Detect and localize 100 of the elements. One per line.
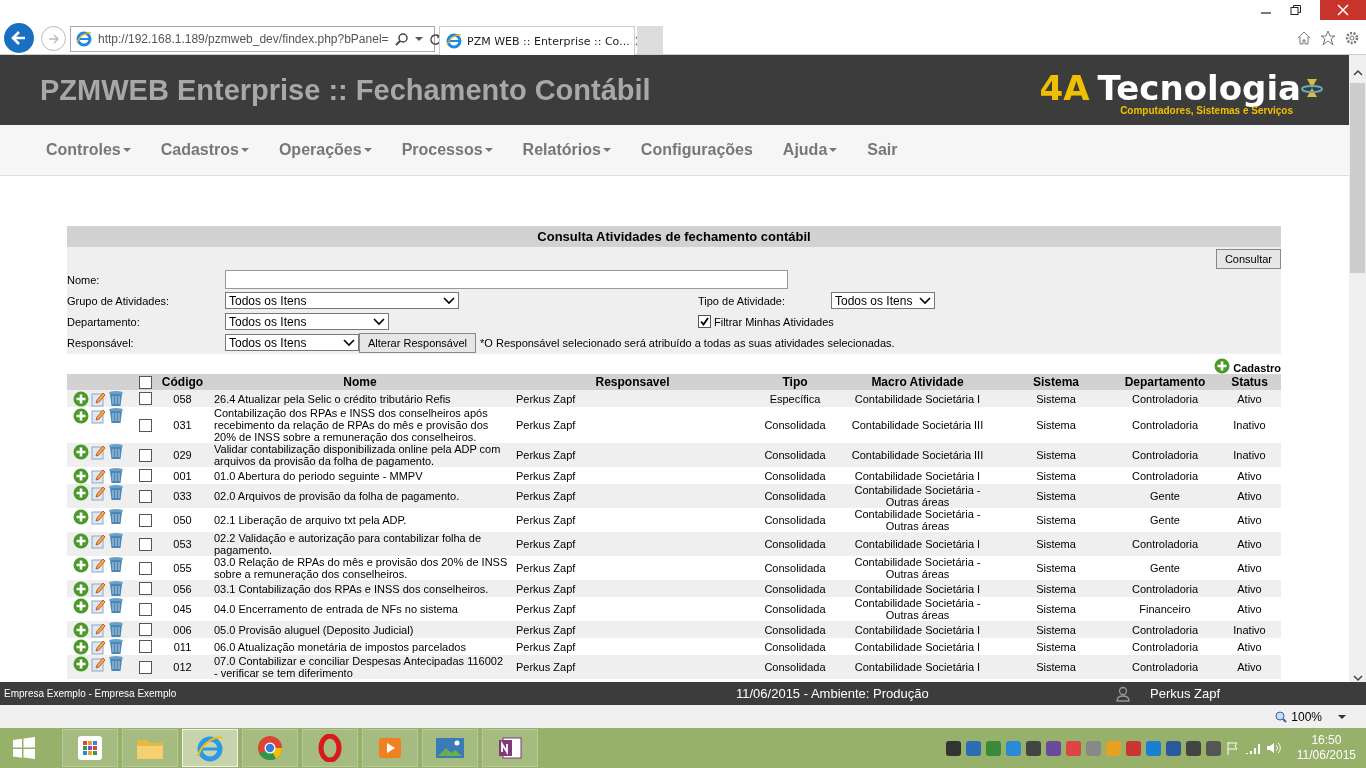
table-cell: Sistema [1000, 621, 1112, 638]
table-cell: Contabilidade Societária I [835, 532, 1000, 556]
table-cell: Perkus Zapf [510, 580, 755, 597]
table-cell: Sistema [1000, 655, 1112, 679]
table-cell: 04.0 Encerramento de entrada de NFs no sistema [210, 597, 510, 621]
table-cell: Ativo [1218, 484, 1281, 508]
table-cell: 01.0 Abertura do periodo seguinte - MMPV [210, 467, 510, 484]
table-cell: Ativo [1218, 597, 1281, 621]
table-cell: Sistema [1000, 597, 1112, 621]
url-text: http://192.168.1.189/pzmweb_dev/findex.php?bPanel= [98, 32, 389, 46]
table-cell: 06.0 Atualização monetária de impostos parcelados [210, 638, 510, 655]
table-cell: 02.0 Arquivos de provisão da folha de pagamento. [210, 484, 510, 508]
responsible-select[interactable]: Todos os Itens [225, 334, 359, 351]
department-select[interactable]: Todos os Itens [225, 313, 389, 330]
table-cell: Sistema [1000, 580, 1112, 597]
menu-item[interactable]: Ajuda [782, 141, 838, 159]
table-cell: 02.1 Liberação de arquivo txt pela ADP. [210, 508, 510, 532]
menu-item[interactable]: Controles [46, 141, 131, 159]
column-header: Responsavel [510, 374, 755, 390]
menu-item[interactable]: Operações [278, 141, 372, 159]
table-cell: Contabilidade Societária - Outras áreas [835, 597, 1000, 621]
menu-item[interactable]: Cadastros [160, 141, 249, 159]
table-cell: Consolidada [755, 443, 835, 467]
menu-item[interactable]: Sair [867, 141, 898, 159]
table-cell: Consolidada [755, 484, 835, 508]
date-environment: 11/06/2015 - Ambiente: Produção [736, 686, 930, 701]
table-cell: 033 [155, 484, 210, 508]
checkbox-label: Filtrar Minhas Atividades [714, 315, 834, 328]
table-cell: Sistema [1000, 484, 1112, 508]
menu-item[interactable]: Configurações [640, 141, 753, 159]
group-select[interactable]: Todos os Itens [225, 292, 459, 309]
table-cell: Inativo [1218, 621, 1281, 638]
field-label: Nome: [67, 273, 101, 286]
table-cell: Consolidada [755, 407, 835, 443]
table-cell: 26.4 Atualizar pela Selic o crédito tributário Refis [210, 390, 510, 407]
table-cell: 05.0 Provisão aluguel (Deposito Judicial) [210, 621, 510, 638]
table-cell: Sistema [1000, 443, 1112, 467]
table-cell: 07.0 Contabilizar e conciliar Despesas Antecipadas 116002 - verificar se tem diferimento [210, 655, 510, 679]
table-cell: Consolidada [755, 597, 835, 621]
table-cell: Consolidada [755, 532, 835, 556]
field-label: Tipo de Atividade: [698, 294, 787, 307]
table-cell: Contabilidade Societária I [835, 638, 1000, 655]
table-cell: 029 [155, 443, 210, 467]
table-cell: Contabilidade Societária - Outras áreas [835, 556, 1000, 580]
table-cell: Perkus Zapf [510, 508, 755, 532]
panel-title: Consulta Atividades de fechamento contábil [67, 226, 1281, 247]
table-cell: 058 [155, 390, 210, 407]
table-cell: 02.2 Validação e autorização para contabilizar folha de pagamento. [210, 532, 510, 556]
table-cell: 053 [155, 532, 210, 556]
table-cell: Consolidada [755, 508, 835, 532]
table-cell: Controladoria [1112, 467, 1218, 484]
table-cell: 056 [155, 580, 210, 597]
table-cell: Inativo [1218, 407, 1281, 443]
table-cell: Controladoria [1112, 407, 1218, 443]
table-cell: Controladoria [1112, 532, 1218, 556]
browser-tab[interactable]: PZM WEB :: Enterprise :: Co... [439, 26, 635, 55]
table-cell: Contabilidade Societária III [835, 443, 1000, 467]
table-cell: Ativo [1218, 467, 1281, 484]
table-cell: Perkus Zapf [510, 484, 755, 508]
table-cell: Contabilidade Societária I [835, 467, 1000, 484]
table-cell: 031 [155, 407, 210, 443]
table-cell: Contabilidade Societária I [835, 390, 1000, 407]
table-cell: Controladoria [1112, 390, 1218, 407]
table-cell: Consolidada [755, 621, 835, 638]
table-cell: Ativo [1218, 638, 1281, 655]
table-cell: Perkus Zapf [510, 556, 755, 580]
table-cell: 045 [155, 597, 210, 621]
table-cell: Controladoria [1112, 443, 1218, 467]
table-cell: 011 [155, 638, 210, 655]
type-select[interactable]: Todos os Itens [831, 292, 935, 309]
table-cell: 001 [155, 467, 210, 484]
table-cell: Perkus Zapf [510, 443, 755, 467]
table-cell: Controladoria [1112, 621, 1218, 638]
table-cell: 006 [155, 621, 210, 638]
table-cell: Perkus Zapf [510, 467, 755, 484]
add-record-link[interactable]: Cadastro [1233, 362, 1281, 374]
zoom-level[interactable]: 100% [1291, 709, 1322, 724]
change-responsible-button[interactable]: Alterar Responsável [359, 332, 477, 353]
logo-wordmark: Tecnologia [1097, 70, 1301, 105]
consultar-button[interactable]: Consultar [1215, 248, 1281, 269]
page-title: PZMWEB Enterprise :: Fechamento Contábil [40, 73, 651, 107]
table-cell: Validar contabilização disponibilizada online pela ADP com arquivos da provisão da folha de pagamento. [210, 443, 510, 467]
menu-item[interactable]: Processos [401, 141, 493, 159]
table-cell: Contabilidade Societária - Outras áreas [835, 484, 1000, 508]
company-name: Empresa Exemplo - Empresa Exemplo [4, 688, 178, 699]
table-cell: Gente [1112, 484, 1218, 508]
table-cell: Sistema [1000, 467, 1112, 484]
table-cell: Contabilidade Societária - Outras áreas [835, 508, 1000, 532]
menu-item[interactable]: Relatórios [522, 141, 611, 159]
table-cell: 03.1 Contabilização dos RPAs e INSS dos conselheiros. [210, 580, 510, 597]
table-cell: Controladoria [1112, 638, 1218, 655]
column-header: Código [155, 374, 210, 390]
table-cell: Perkus Zapf [510, 407, 755, 443]
table-cell: Sistema [1000, 508, 1112, 532]
table-cell: Perkus Zapf [510, 621, 755, 638]
logo-mark: 4A [1039, 70, 1090, 105]
table-cell: Contabilidade Societária I [835, 655, 1000, 679]
table-cell: Consolidada [755, 467, 835, 484]
table-cell: Perkus Zapf [510, 390, 755, 407]
column-header: Departamento [1112, 374, 1218, 390]
